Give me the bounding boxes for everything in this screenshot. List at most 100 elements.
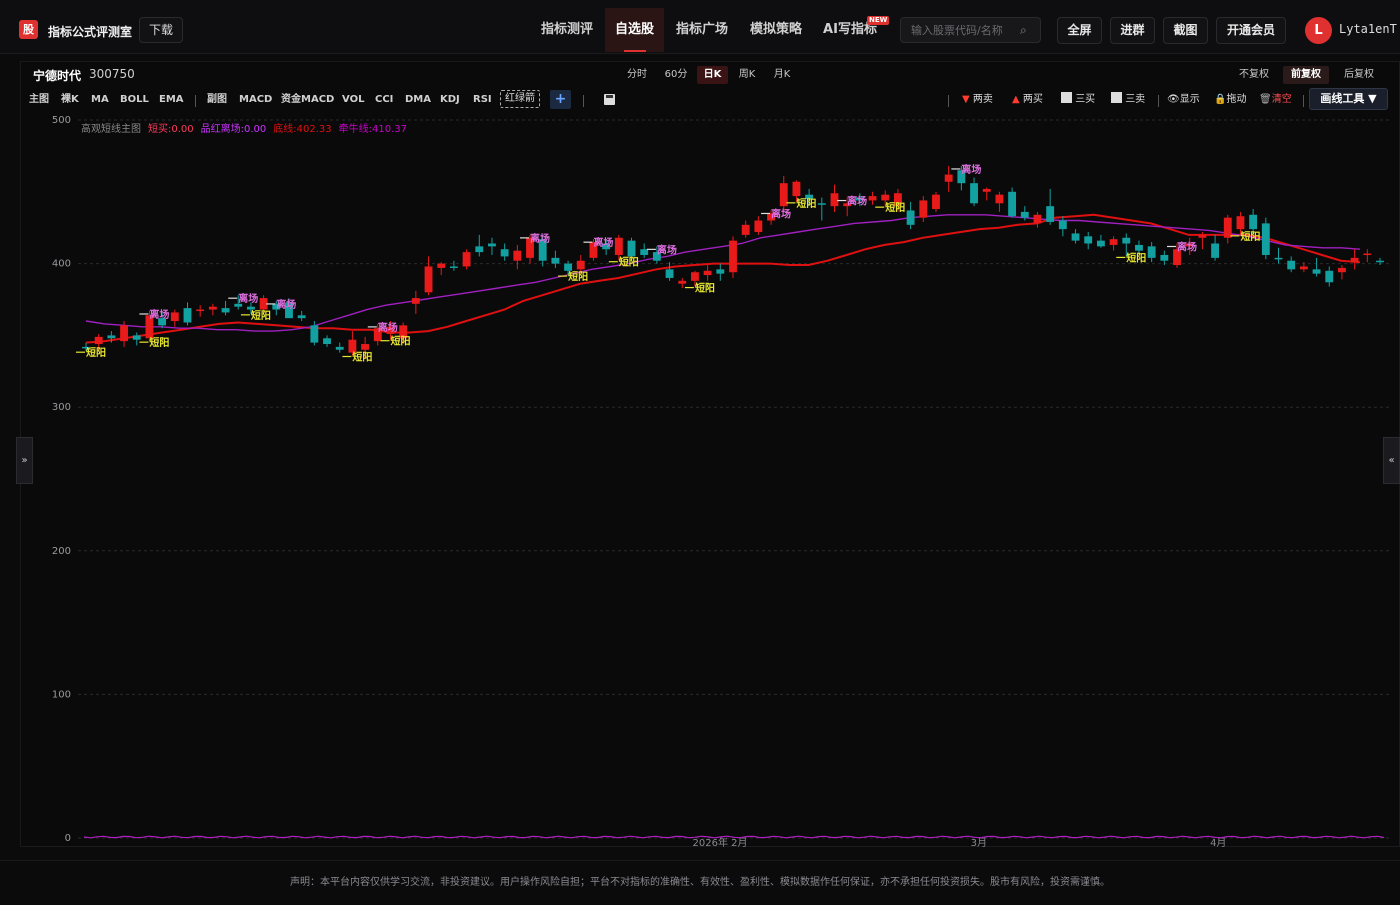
candle-body — [196, 309, 205, 312]
right-panel-toggle[interactable]: « — [1383, 437, 1400, 484]
candle-body — [424, 266, 433, 293]
candle-body — [449, 266, 458, 268]
candle-body — [1261, 223, 1270, 255]
disclaimer-footer: 声明：本平台内容仅供学习交流，非投资建议。用户操作风险自担；平台不对指标的准确性… — [0, 860, 1400, 900]
candle-body — [995, 194, 1004, 204]
candle-body — [1020, 211, 1029, 218]
candle-body — [1122, 237, 1131, 244]
candle-body — [335, 346, 344, 350]
candle-body — [830, 193, 839, 207]
candle-body — [488, 243, 496, 247]
candle-body — [462, 252, 471, 267]
signal-label: 离场 — [378, 321, 398, 334]
signal-label: 短阳 — [1240, 230, 1260, 243]
candle-body — [564, 263, 573, 271]
candle-body — [513, 250, 522, 261]
x-tick-label: 4月 — [1210, 837, 1226, 849]
candle-body — [1274, 257, 1283, 260]
candle-body — [208, 306, 217, 310]
indicator-lines — [85, 213, 1361, 344]
candle-body — [1160, 254, 1169, 261]
signal-label: 短阳 — [390, 335, 410, 348]
candle-body — [729, 240, 737, 273]
candle-body — [970, 183, 978, 204]
y-tick-label: 400 — [52, 259, 71, 270]
candle-body — [868, 196, 877, 201]
candle-body — [944, 174, 953, 182]
y-tick-label: 300 — [52, 402, 71, 413]
candle-body — [170, 312, 179, 322]
candle-body — [221, 308, 230, 313]
signal-label: 离场 — [530, 232, 550, 245]
candle-body — [246, 306, 255, 310]
signal-label: 短阳 — [352, 351, 372, 364]
signal-label: 离场 — [771, 207, 791, 220]
candle-body — [107, 335, 116, 339]
candle-body — [792, 181, 801, 197]
sub-indicator-line — [83, 835, 1385, 839]
candlestick-chart[interactable]: 0100200300400500 2026年 2月 3月 4月 短阳离场短阳离场短阳… — [0, 0, 1400, 900]
candle-body — [120, 325, 128, 342]
signal-label: 离场 — [238, 292, 258, 305]
candle-body — [1046, 206, 1055, 222]
candle-body — [1198, 234, 1207, 238]
candle-body — [1033, 214, 1042, 224]
legend-item: 短买:0.00 — [148, 122, 194, 135]
candle-body — [906, 210, 915, 225]
candle-body — [741, 224, 750, 235]
candle-body — [323, 338, 331, 345]
candle-body — [754, 220, 763, 233]
y-tick-label: 100 — [52, 689, 71, 700]
y-tick-label: 500 — [52, 115, 71, 126]
signal-label: 离场 — [276, 298, 296, 311]
x-tick-label: 3月 — [971, 837, 987, 849]
y-tick-label: 200 — [52, 546, 71, 557]
candle-body — [1135, 244, 1143, 251]
left-panel-toggle[interactable]: » — [16, 437, 33, 484]
candle-body — [297, 315, 306, 319]
candle-body — [183, 308, 192, 323]
signal-label: 离场 — [657, 243, 677, 256]
candle-body — [703, 270, 712, 276]
candle-body — [411, 298, 420, 304]
signal-label: 离场 — [961, 163, 981, 176]
candle-body — [881, 194, 890, 201]
candle-body — [640, 249, 649, 255]
signal-label: 离场 — [593, 236, 613, 249]
candle-body — [475, 246, 484, 253]
signal-label: 离场 — [149, 308, 169, 321]
candle-body — [716, 269, 725, 274]
candle-body — [1350, 257, 1359, 263]
candle-body — [94, 336, 103, 345]
signal-label: 短阳 — [796, 197, 816, 210]
candles — [82, 165, 1384, 359]
legend-item: 品红离场:0.00 — [201, 122, 267, 135]
candle-body — [1109, 239, 1118, 245]
candle-body — [551, 257, 560, 264]
candle-body — [310, 325, 319, 343]
candle-body — [614, 237, 623, 255]
candle-body — [1236, 216, 1245, 230]
candle-body — [1376, 260, 1384, 263]
volume-baseline — [83, 835, 1385, 839]
candle-body — [500, 249, 509, 257]
candle-body — [678, 280, 687, 284]
y-tick-label: 0 — [65, 833, 71, 844]
y-axis-ticks: 0 100 200 300 400 500 — [52, 115, 71, 844]
candle-body — [665, 269, 674, 278]
candle-body — [1249, 214, 1258, 230]
signal-label: 短阳 — [619, 256, 639, 269]
signal-label: 离场 — [847, 195, 867, 208]
candle-body — [627, 240, 636, 257]
candle-body — [1223, 217, 1232, 238]
signal-label: 短阳 — [251, 309, 271, 322]
candle-body — [982, 188, 991, 192]
candle-body — [1147, 246, 1156, 258]
candle-body — [348, 339, 357, 353]
candle-body — [1071, 233, 1080, 241]
candle-body — [1211, 243, 1220, 258]
grid-lines — [78, 119, 1390, 839]
indicator-legend: 高观短线主图 短买:0.00 品红离场:0.00 底线:402.33 牵牛线:410.3… — [81, 122, 407, 135]
signal-label: 短阳 — [1126, 251, 1146, 264]
candle-body — [132, 335, 141, 340]
